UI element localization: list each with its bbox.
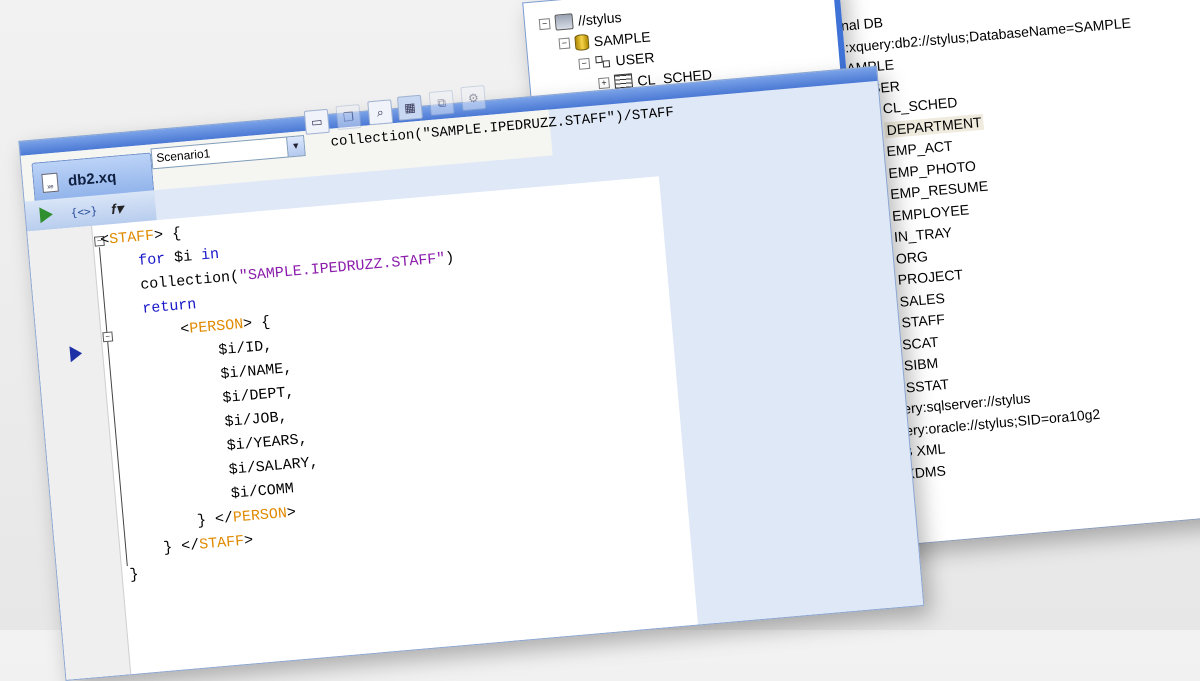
- xquery-file-icon: xe: [41, 172, 59, 192]
- code-token: <: [108, 321, 190, 345]
- mapping-icon: ⧉: [437, 95, 447, 111]
- current-line-arrow-icon: [69, 345, 82, 362]
- code-token: PERSON: [189, 316, 244, 338]
- schema-icon: ⚙: [467, 91, 479, 106]
- code-token: STAFF: [109, 227, 155, 248]
- function-button-label: f: [110, 200, 116, 216]
- tree-item-label: CL_SCHED: [882, 94, 958, 116]
- mapping-button[interactable]: ⧉: [429, 90, 455, 116]
- tree-view-button[interactable]: ▦: [397, 95, 423, 121]
- code-token: ): [445, 249, 455, 267]
- tree-item-label: ORG: [895, 248, 928, 267]
- tree-item-label: SAMPLE: [593, 28, 651, 49]
- code-token: $i: [173, 247, 201, 266]
- server-icon: [554, 13, 573, 31]
- code-token: >: [286, 504, 296, 522]
- tree-item-label: STAFF: [901, 311, 946, 331]
- schema-button[interactable]: ⚙: [460, 85, 486, 111]
- tab-label: db2.xq: [67, 168, 117, 189]
- code-editor[interactable]: − − <STAFF> { for $i in collection("SAMP…: [27, 176, 698, 680]
- search-icon: ⌕: [376, 105, 384, 121]
- code-token: PERSON: [232, 505, 287, 527]
- tree-item-label: EMPLOYEE: [891, 201, 969, 224]
- xquery-editor-window: xe db2.xq Scenario1 ▼ ▭ ❐ ⌕ ▦ ⧉ ⚙ collec…: [18, 66, 924, 681]
- code-token: for: [102, 250, 175, 273]
- tree-item-label: IN_TRAY: [893, 224, 952, 245]
- code-token: return: [106, 296, 197, 321]
- code-token: > {: [243, 314, 271, 333]
- collapse-icon[interactable]: −: [558, 38, 570, 50]
- function-icon[interactable]: f▾: [110, 200, 123, 218]
- tree-item-label: SALES: [899, 289, 945, 309]
- code-token: } </: [127, 537, 200, 560]
- tree-item-label: USER: [615, 49, 655, 68]
- xpath-search-button[interactable]: ⌕: [367, 99, 393, 125]
- expand-icon[interactable]: +: [598, 77, 610, 89]
- collapse-icon[interactable]: −: [539, 18, 551, 30]
- database-tree: −//stylus−SAMPLE−USER+CL_SCHED+DEPARTMEN…: [523, 0, 832, 3]
- code-token: }: [129, 565, 148, 584]
- scenario-value: Scenario1: [156, 146, 211, 165]
- schema-icon: [594, 54, 611, 69]
- copy-icon: ❐: [343, 110, 355, 125]
- database-icon: [574, 33, 589, 50]
- scenario-settings-button[interactable]: ▭: [304, 109, 330, 135]
- status-strip: [693, 545, 923, 624]
- code-token: >: [243, 532, 253, 550]
- code-lines: <STAFF> { for $i in collection("SAMPLE.I…: [99, 199, 480, 588]
- screenshot-scene: +My Co...+WebDAV+Secure WebDAV+FTP−Relat…: [0, 0, 1200, 628]
- run-icon[interactable]: [39, 206, 53, 223]
- chevron-down-icon[interactable]: ▼: [286, 136, 305, 156]
- code-token: STAFF: [199, 533, 245, 554]
- collapse-icon[interactable]: −: [578, 57, 590, 69]
- dialog-icon: ▭: [311, 114, 324, 129]
- code-token: in: [200, 246, 219, 265]
- copy-button[interactable]: ❐: [336, 104, 362, 130]
- tree-item-label: EMP_ACT: [886, 138, 953, 160]
- tree-item-label: PROJECT: [897, 266, 963, 288]
- code-token: > {: [153, 225, 181, 244]
- template-icon[interactable]: {<>}: [70, 204, 98, 219]
- tree-icon: ▦: [404, 100, 417, 115]
- tree-item-label: //stylus: [577, 9, 622, 29]
